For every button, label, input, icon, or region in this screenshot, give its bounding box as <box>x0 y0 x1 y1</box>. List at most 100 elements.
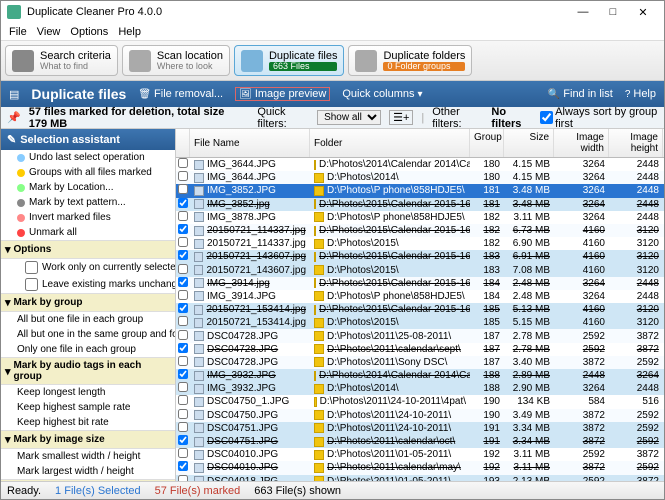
table-row[interactable]: DSC04728.JPGD:\Photos\2011\Sony DSC\1873… <box>176 356 664 369</box>
table-row[interactable]: DSC04750_1.JPGD:\Photos\2011\24-10-2011\… <box>176 395 664 408</box>
table-row[interactable]: IMG_3644.JPGD:\Photos\2014\1804.15 MB326… <box>176 171 664 184</box>
sidebar-item[interactable]: Groups with all files marked <box>1 165 175 180</box>
row-checkbox[interactable] <box>176 369 190 382</box>
row-checkbox[interactable] <box>176 422 190 435</box>
col-imageheight[interactable]: Image height <box>609 129 663 157</box>
duplicate-folders-button[interactable]: Duplicate folders0 Folder groups <box>348 45 472 76</box>
sidebar-item[interactable]: Keep highest bit rate <box>1 415 175 430</box>
row-checkbox[interactable] <box>176 184 190 197</box>
table-row[interactable]: IMG_3932.JPGD:\Photos\2014\Calendar 2014… <box>176 369 664 382</box>
table-row[interactable]: DSC04751.JPGD:\Photos\2011\calendar\oct\… <box>176 435 664 448</box>
results-table: File Name Folder Group Size Image width … <box>176 129 664 481</box>
col-imagewidth[interactable]: Image width <box>554 129 609 157</box>
row-checkbox[interactable] <box>176 303 190 316</box>
table-row[interactable]: DSC04010.JPGD:\Photos\2011\calendar\may\… <box>176 461 664 474</box>
row-checkbox[interactable] <box>176 409 190 422</box>
sidebar-item[interactable]: Keep longest length <box>1 385 175 400</box>
file-removal-link[interactable]: 🗑 File removal... <box>138 88 223 100</box>
row-checkbox[interactable] <box>176 382 190 395</box>
sidebar-item[interactable]: Mark smallest width / height <box>1 449 175 464</box>
image-preview-link[interactable]: 🖼 Image preview <box>235 87 330 101</box>
row-checkbox[interactable] <box>176 237 190 250</box>
col-group[interactable]: Group <box>470 129 504 157</box>
table-row[interactable]: IMG_3932.JPGD:\Photos\2014\1882.90 MB326… <box>176 382 664 395</box>
row-checkbox[interactable] <box>176 171 190 184</box>
table-row[interactable]: IMG_3852.JPGD:\Photos\P phone\858HDJE5\1… <box>176 184 664 197</box>
find-in-list-link[interactable]: 🔍 Find in list <box>548 88 613 100</box>
table-row[interactable]: DSC04010.JPGD:\Photos\2011\01-05-2011\19… <box>176 448 664 461</box>
cell-group: 185 <box>470 304 504 315</box>
row-checkbox[interactable] <box>176 277 190 290</box>
sidebar-item[interactable]: Undo last select operation <box>1 150 175 165</box>
row-checkbox[interactable] <box>176 395 190 408</box>
row-checkbox[interactable] <box>176 250 190 263</box>
row-checkbox[interactable] <box>176 356 190 369</box>
row-checkbox[interactable] <box>176 158 190 171</box>
sidebar-item[interactable]: Unmark all <box>1 225 175 240</box>
table-row[interactable]: IMG_3852.jpgD:\Photos\2015\Calendar 2015… <box>176 198 664 211</box>
col-folder[interactable]: Folder <box>310 129 470 157</box>
sidebar-item[interactable]: All but one file in each group <box>1 312 175 327</box>
sidebar-item[interactable]: Only one file in each group <box>1 342 175 357</box>
table-row[interactable]: DSC04728.JPGD:\Photos\2011\25-08-2011\18… <box>176 329 664 342</box>
row-checkbox[interactable] <box>176 316 190 329</box>
sidebar-section[interactable]: ▾Mark by audio tags in each group <box>1 357 175 385</box>
row-checkbox[interactable] <box>176 435 190 448</box>
option-checkbox[interactable] <box>25 261 38 274</box>
duplicate-files-button[interactable]: Duplicate files663 Files <box>234 45 344 76</box>
table-row[interactable]: 20150721_143607.jpgD:\Photos\2015\1837.0… <box>176 264 664 277</box>
row-checkbox[interactable] <box>176 343 190 356</box>
maximize-button[interactable]: □ <box>598 6 628 18</box>
menu-help[interactable]: Help <box>118 26 141 38</box>
menu-options[interactable]: Options <box>70 26 108 38</box>
menu-view[interactable]: View <box>37 26 61 38</box>
table-row[interactable]: DSC04728.JPGD:\Photos\2011\calendar\sept… <box>176 343 664 356</box>
sidebar-item[interactable]: Work only on currently selected rows <box>1 259 175 276</box>
sidebar-section[interactable]: ▾Mark by image size <box>1 430 175 449</box>
table-row[interactable]: IMG_3878.JPGD:\Photos\P phone\858HDJE5\1… <box>176 211 664 224</box>
col-checkbox[interactable] <box>176 129 190 157</box>
table-body[interactable]: IMG_3644.JPGD:\Photos\2014\Calendar 2014… <box>176 158 664 481</box>
row-checkbox[interactable] <box>176 448 190 461</box>
table-row[interactable]: IMG_3914.JPGD:\Photos\P phone\858HDJE5\1… <box>176 290 664 303</box>
table-row[interactable]: IMG_3644.JPGD:\Photos\2014\Calendar 2014… <box>176 158 664 171</box>
sidebar-item[interactable]: Mark by text pattern... <box>1 195 175 210</box>
help-link[interactable]: ? Help <box>625 88 656 100</box>
sort-by-group-checkbox[interactable]: Always sort by group first <box>540 106 658 130</box>
menu-file[interactable]: File <box>9 26 27 38</box>
table-row[interactable]: 20150721_153414.jpgD:\Photos\2015\Calend… <box>176 303 664 316</box>
sidebar-section[interactable]: ▾Options <box>1 240 175 259</box>
row-checkbox[interactable] <box>176 198 190 211</box>
row-checkbox[interactable] <box>176 330 190 343</box>
table-row[interactable]: DSC04750.JPGD:\Photos\2011\24-10-2011\19… <box>176 409 664 422</box>
sidebar-section[interactable]: ▾Mark by group <box>1 293 175 312</box>
quick-columns-link[interactable]: Quick columns ▾ <box>342 88 422 100</box>
close-button[interactable]: ✕ <box>628 6 658 19</box>
table-row[interactable]: IMG_3914.jpgD:\Photos\2015\Calendar 2015… <box>176 277 664 290</box>
sidebar-item[interactable]: All but one in the same group and fold <box>1 327 175 342</box>
table-row[interactable]: 20150721_143607.jpgD:\Photos\2015\Calend… <box>176 250 664 263</box>
minimize-button[interactable]: — <box>568 6 598 18</box>
row-checkbox[interactable] <box>176 290 190 303</box>
sidebar-item[interactable]: Keep highest sample rate <box>1 400 175 415</box>
row-checkbox[interactable] <box>176 461 190 474</box>
sidebar-item[interactable]: Invert marked files <box>1 210 175 225</box>
table-row[interactable]: 20150721_114337.jpgD:\Photos\2015\1826.9… <box>176 237 664 250</box>
folder-icon <box>314 212 324 222</box>
row-checkbox[interactable] <box>176 224 190 237</box>
scan-location-button[interactable]: Scan locationWhere to look <box>122 45 230 76</box>
sidebar-item[interactable]: Leave existing marks unchanged <box>1 276 175 293</box>
option-checkbox[interactable] <box>25 278 38 291</box>
col-size[interactable]: Size <box>504 129 554 157</box>
row-checkbox[interactable] <box>176 211 190 224</box>
filter-add-button[interactable]: ☰+ <box>389 110 413 125</box>
table-row[interactable]: 20150721_114337.jpgD:\Photos\2015\Calend… <box>176 224 664 237</box>
search-criteria-button[interactable]: Search criteriaWhat to find <box>5 45 118 76</box>
sidebar-item[interactable]: Mark largest width / height <box>1 464 175 479</box>
table-row[interactable]: DSC04751.JPGD:\Photos\2011\24-10-2011\19… <box>176 422 664 435</box>
row-checkbox[interactable] <box>176 264 190 277</box>
sidebar-item[interactable]: Mark by Location... <box>1 180 175 195</box>
table-row[interactable]: 20150721_153414.jpgD:\Photos\2015\1855.1… <box>176 316 664 329</box>
col-filename[interactable]: File Name <box>190 129 310 157</box>
quick-filters-select[interactable]: Show all <box>317 110 381 125</box>
